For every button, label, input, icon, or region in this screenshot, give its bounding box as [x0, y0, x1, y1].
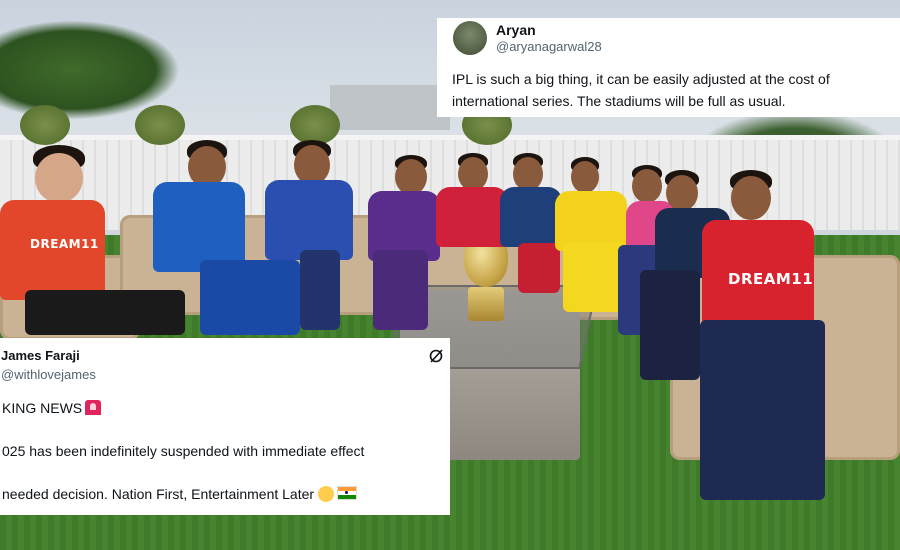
planter: [290, 105, 340, 145]
tweet-line-closing: needed decision. Nation First, Entertain…: [2, 486, 358, 502]
tweet-author-name: James Faraji: [1, 348, 80, 363]
grok-icon[interactable]: [428, 348, 444, 364]
tweet-card-bottom: James Faraji @withlovejames KING NEWS 02…: [0, 338, 450, 515]
tweet-line-headline: KING NEWS: [2, 400, 102, 416]
planter: [135, 105, 185, 145]
tweet-closing-text: needed decision. Nation First, Entertain…: [2, 486, 315, 502]
tweet-author-handle: @aryanagarwal28: [496, 39, 602, 54]
tweet-line-body: 025 has been indefinitely suspended with…: [2, 443, 365, 459]
city-buildings: [330, 85, 450, 130]
india-flag-emoji-icon: [337, 486, 358, 500]
tweet-author-handle: @withlovejames: [1, 367, 96, 382]
jersey-sponsor-text: DREAM11: [30, 237, 99, 251]
tweet-headline-text: KING NEWS: [2, 400, 83, 416]
jersey-sponsor-text: DREAM11: [728, 270, 814, 288]
avatar: [453, 21, 487, 55]
tweet-author-name: Aryan: [496, 22, 536, 38]
trophy-base: [468, 287, 504, 321]
siren-emoji-icon: [85, 400, 102, 415]
tweet-card-top: Aryan @aryanagarwal28 IPL is such a big …: [437, 18, 900, 117]
planter: [20, 105, 70, 145]
saluting-face-emoji-icon: [318, 486, 335, 502]
tweet-text: IPL is such a big thing, it can be easil…: [452, 71, 830, 109]
